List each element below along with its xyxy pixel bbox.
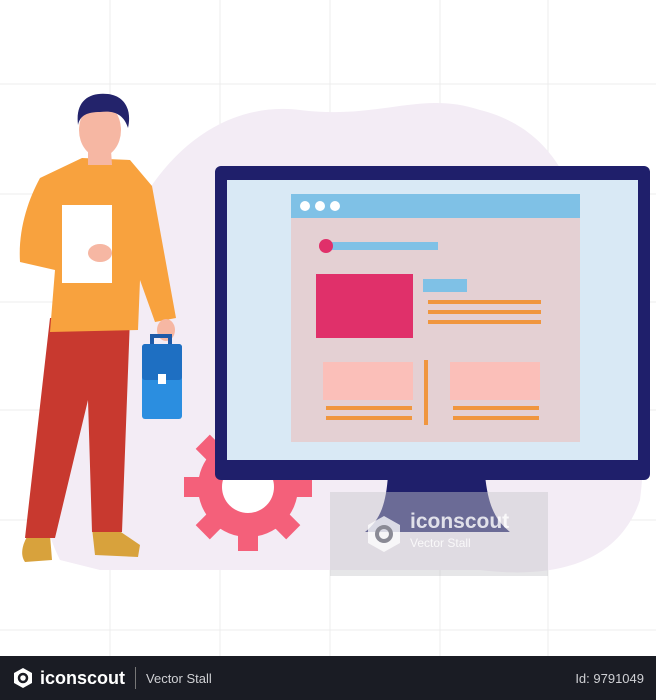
brand-link[interactable]: iconscout xyxy=(12,667,125,689)
watermark-brand: iconscout xyxy=(410,510,510,533)
iconscout-logo-icon xyxy=(368,516,400,552)
watermark-author: Vector Stall xyxy=(410,536,471,550)
footer-bar: iconscout Vector Stall Id: 9791049 xyxy=(0,656,656,700)
address-dot xyxy=(319,239,333,253)
illustration xyxy=(0,0,656,656)
address-bar xyxy=(328,242,438,250)
text-line xyxy=(428,310,541,314)
text-line xyxy=(453,406,539,410)
briefcase-icon xyxy=(142,334,182,419)
text-line xyxy=(326,406,412,410)
divider xyxy=(424,360,428,425)
text-line xyxy=(326,416,412,420)
window-dot xyxy=(330,201,340,211)
window-dot xyxy=(315,201,325,211)
window-dot xyxy=(300,201,310,211)
brand-name: iconscout xyxy=(40,667,126,688)
author-link[interactable]: Vector Stall xyxy=(146,671,212,686)
hero-block xyxy=(316,274,413,338)
monitor xyxy=(215,166,650,532)
iconscout-logo-icon xyxy=(14,668,32,688)
text-line xyxy=(428,300,541,304)
divider xyxy=(135,667,137,689)
asset-id: Id: 9791049 xyxy=(575,670,644,686)
shoe xyxy=(22,535,52,562)
text-line xyxy=(453,416,539,420)
document xyxy=(62,205,112,283)
card xyxy=(450,362,540,400)
card xyxy=(323,362,413,400)
watermark: iconscout Vector Stall xyxy=(330,492,548,576)
hand xyxy=(88,244,112,262)
text-line xyxy=(428,320,541,324)
hero-tag xyxy=(423,279,467,292)
